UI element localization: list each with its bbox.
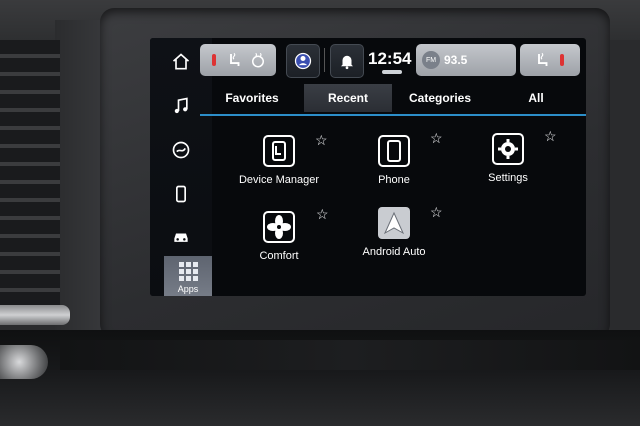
radio-frequency: 93.5 [444,53,468,67]
volume-knob[interactable] [0,345,48,379]
app-tabs: Favorites Recent Categories All [200,84,586,116]
app-comfort[interactable]: Comfort [229,210,329,272]
heated-seat-icon [538,52,548,66]
home-icon [172,53,190,70]
heated-steering-icon [252,52,264,68]
heat-level-icon [212,54,216,66]
tab-label: Favorites [225,91,279,105]
clock-indicator [382,70,402,74]
chrome-trim [0,305,70,325]
infotainment-screen: Apps 12:54 FM 93.5 Favorites Recent Cate… [150,38,586,296]
app-phone[interactable]: Phone [344,134,444,196]
favorite-star-icon[interactable]: ☆ [316,206,329,223]
sidebar: Apps [150,38,212,296]
app-label: Phone [378,174,410,186]
app-label: Comfort [259,250,299,262]
favorite-star-icon[interactable]: ☆ [430,130,443,147]
gloss-panel [60,340,640,370]
sidebar-item-climate[interactable] [150,130,212,170]
phone-icon [176,185,186,203]
status-divider [324,48,325,72]
fan-icon [262,210,296,244]
tab-categories[interactable]: Categories [392,84,488,112]
favorite-star-icon[interactable]: ☆ [315,132,328,149]
sidebar-item-phone[interactable] [150,174,212,214]
phone-icon [377,134,411,168]
air-vent [0,40,60,320]
now-playing-radio[interactable]: FM 93.5 [416,44,516,76]
tab-label: Recent [327,91,368,105]
app-android-auto[interactable]: Android Auto [344,206,444,268]
app-label: Device Manager [238,174,320,186]
sidebar-item-apps[interactable]: Apps [164,256,212,296]
sidebar-item-vehicle[interactable] [150,216,212,256]
tab-all[interactable]: All [488,84,584,112]
tab-favorites[interactable]: Favorites [200,84,304,112]
car-icon [174,233,188,242]
tab-recent[interactable]: Recent [304,84,392,112]
tab-label: All [528,91,544,105]
app-settings[interactable]: Settings [458,132,558,194]
seat-heat-controls[interactable] [200,44,276,76]
favorite-star-icon[interactable]: ☆ [544,128,557,145]
android-auto-icon [377,206,411,240]
app-device-manager[interactable]: Device Manager [229,134,329,196]
notifications-button[interactable] [330,44,364,78]
apps-label: Apps [177,284,199,294]
music-note-icon [174,97,188,114]
radio-band-badge: FM [422,51,440,69]
heated-seat-icon [230,52,240,66]
driver-profile-icon [294,52,312,70]
status-bar: 12:54 FM 93.5 [200,44,582,78]
tab-label: Categories [408,91,472,105]
app-label: Settings [488,172,528,184]
driver-profile-button[interactable] [286,44,320,78]
heat-level-icon [560,54,564,66]
climate-icon [172,141,190,159]
clock: 12:54 [368,49,412,68]
device-manager-icon [262,134,296,168]
gear-icon [491,132,525,166]
bell-icon [341,55,353,70]
favorite-star-icon[interactable]: ☆ [430,204,443,221]
apps-grid-icon [178,262,198,281]
app-label: Android Auto [362,246,426,258]
passenger-seat-heat[interactable] [520,44,580,76]
